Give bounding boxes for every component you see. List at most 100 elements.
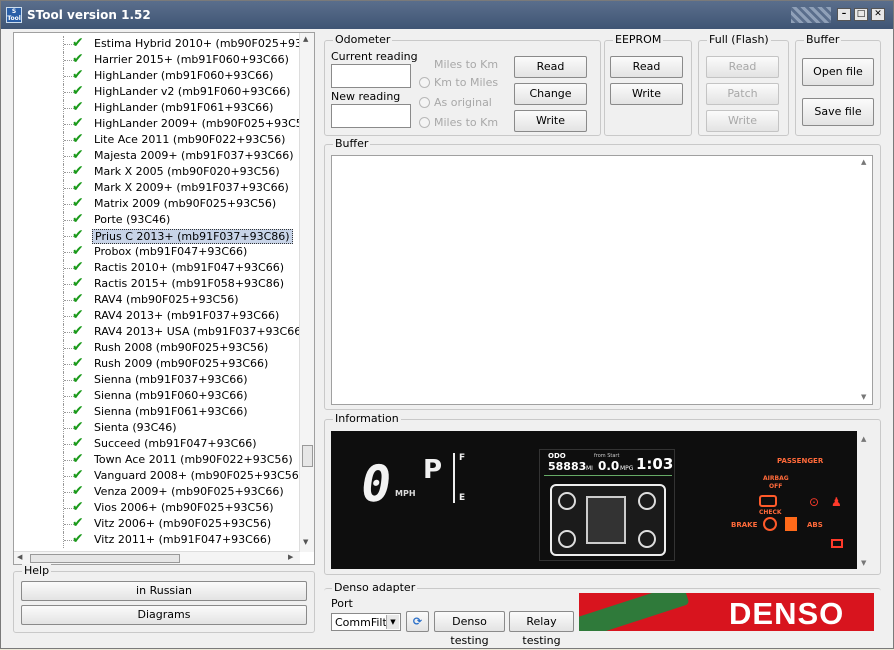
flash-read-button[interactable]: Read — [706, 56, 779, 78]
tree-item-label: Estima Hybrid 2010+ (mb90F025+93C56) — [94, 37, 300, 50]
tree-item[interactable]: ✔ Sienna (mb91F060+93C66) — [14, 387, 300, 404]
tree-item[interactable]: ✔ Probox (mb91F047+93C66) — [14, 243, 300, 260]
save-file-button[interactable]: Save file — [802, 98, 874, 126]
buffer-text-area[interactable] — [331, 155, 873, 405]
tree-item[interactable]: ✔ RAV4 2013+ USA (mb91F037+93C66) — [14, 323, 300, 340]
scroll-up-icon[interactable]: ▲ — [303, 35, 308, 43]
close-button[interactable]: ✕ — [871, 8, 885, 21]
tree-item[interactable]: ✔ Harrier 2015+ (mb91F060+93C66) — [14, 51, 300, 68]
checkmark-icon: ✔ — [72, 35, 84, 51]
tree-item[interactable]: ✔ HighLander (mb91F060+93C66) — [14, 67, 300, 84]
scroll-down-icon[interactable]: ▼ — [303, 538, 308, 546]
tree-item[interactable]: ✔ Mark X 2005 (mb90F020+93C56) — [14, 163, 300, 180]
tree-item[interactable]: ✔ Venza 2009+ (mb90F025+93C66) — [14, 483, 300, 500]
checkmark-icon: ✔ — [72, 83, 84, 99]
radio-miles-to-km-2[interactable]: Miles to Km — [419, 116, 498, 129]
wheel-icon — [638, 530, 656, 548]
fuel-warning-icon — [785, 517, 797, 531]
tree-item[interactable]: ✔ Vitz 2006+ (mb90F025+93C56) — [14, 515, 300, 532]
tree-item[interactable]: ✔ Sienna (mb91F037+93C66) — [14, 371, 300, 388]
tree-item[interactable]: ✔ Vitz 2011+ (mb91F047+93C66) — [14, 531, 300, 548]
tree-item[interactable]: ✔ Vanguard 2008+ (mb90F025+93C56) — [14, 467, 300, 484]
minimize-button[interactable]: – — [837, 8, 851, 21]
radio-as-original[interactable]: As original — [419, 96, 492, 109]
new-reading-field[interactable] — [331, 104, 411, 128]
tree-item[interactable]: ✔ Prius C 2013+ (mb91F037+93C86) — [14, 227, 300, 244]
checkmark-icon: ✔ — [72, 179, 84, 195]
tree-item[interactable]: ✔ Estima Hybrid 2010+ (mb90F025+93C56) — [14, 35, 300, 52]
buffer-scroll-up-icon[interactable]: ▲ — [861, 158, 866, 166]
refresh-icon[interactable]: ⟳ — [406, 611, 429, 632]
buffer-scroll-down-icon[interactable]: ▼ — [861, 393, 866, 401]
tree-item[interactable]: ✔ HighLander (mb91F061+93C66) — [14, 99, 300, 116]
tree-item[interactable]: ✔ Rush 2008 (mb90F025+93C56) — [14, 339, 300, 356]
info-scroll-down-icon[interactable]: ▼ — [861, 559, 866, 567]
tree-item[interactable]: ✔ HighLander 2009+ (mb90F025+93C56) — [14, 115, 300, 132]
tree-item-label: HighLander v2 (mb91F060+93C66) — [94, 85, 291, 98]
info-scroll-up-icon[interactable]: ▲ — [861, 435, 866, 443]
odometer-write-button[interactable]: Write — [514, 110, 587, 132]
odometer-read-button[interactable]: Read — [514, 56, 587, 78]
current-reading-label: Current reading — [331, 50, 418, 63]
tree-item[interactable]: ✔ Succeed (mb91F047+93C66) — [14, 435, 300, 452]
chevron-down-icon[interactable]: ▼ — [386, 615, 399, 629]
scroll-right-icon[interactable]: ▶ — [288, 553, 293, 561]
tree-item[interactable]: ✔ Sienta (93C46) — [14, 419, 300, 436]
tree-item[interactable]: ✔ Ractis 2015+ (mb91F058+93C86) — [14, 275, 300, 292]
in-russian-button[interactable]: in Russian — [21, 581, 307, 601]
scroll-thumb[interactable] — [302, 445, 313, 467]
tree-item[interactable]: ✔ Majesta 2009+ (mb91F037+93C66) — [14, 147, 300, 164]
radio-km-to-miles[interactable]: Km to Miles — [419, 76, 498, 89]
port-select[interactable]: CommFilt ▼ — [331, 613, 401, 631]
checkmark-icon: ✔ — [72, 243, 84, 259]
denso-testing-button[interactable]: Denso testing — [434, 611, 505, 647]
tree-item[interactable]: ✔ Porte (93C46) — [14, 211, 300, 228]
open-file-button[interactable]: Open file — [802, 58, 874, 86]
new-reading-label: New reading — [331, 90, 401, 103]
tree-item[interactable]: ✔ Rush 2009 (mb90F025+93C66) — [14, 355, 300, 372]
current-reading-field[interactable] — [331, 64, 411, 88]
wheel-icon — [558, 530, 576, 548]
denso-logo-text: DENSO — [729, 596, 845, 631]
flash-write-button[interactable]: Write — [706, 110, 779, 132]
fuel-empty-label: E — [459, 493, 466, 503]
buffer-area-title: Buffer — [333, 137, 371, 150]
speed-unit: MPH — [395, 489, 416, 498]
display-divider — [544, 475, 672, 476]
tree-item[interactable]: ✔ Vios 2006+ (mb90F025+93C56) — [14, 499, 300, 516]
flash-patch-button[interactable]: Patch — [706, 83, 779, 105]
tree-item-label: Mark X 2005 (mb90F020+93C56) — [94, 165, 280, 178]
tree-horizontal-scrollbar[interactable]: ◀ ▶ — [14, 551, 300, 564]
diagrams-button[interactable]: Diagrams — [21, 605, 307, 625]
tree-item[interactable]: ✔ RAV4 (mb90F025+93C56) — [14, 291, 300, 308]
tree-item[interactable]: ✔ Sienna (mb91F061+93C66) — [14, 403, 300, 420]
tree-item[interactable]: ✔ Town Ace 2011 (mb90F022+93C56) — [14, 451, 300, 468]
radio-label: Km to Miles — [434, 76, 499, 89]
model-tree-panel: ✔ Estima Hybrid 2010+ (mb90F025+93C56) ✔ Ha… — [13, 32, 315, 565]
tree-item[interactable]: ✔ RAV4 2013+ (mb91F037+93C66) — [14, 307, 300, 324]
radio-miles-to-km-1[interactable]: Miles to Km — [419, 58, 498, 71]
tree-item[interactable]: ✔ Ractis 2010+ (mb91F047+93C66) — [14, 259, 300, 276]
tree-item[interactable]: ✔ Matrix 2009 (mb90F025+93C56) — [14, 195, 300, 212]
eeprom-write-button[interactable]: Write — [610, 83, 683, 105]
relay-testing-button[interactable]: Relay testing — [509, 611, 574, 647]
hscroll-thumb[interactable] — [30, 554, 180, 563]
tree-item-label: Rush 2008 (mb90F025+93C56) — [94, 341, 269, 354]
odometer-change-button[interactable]: Change — [514, 83, 587, 105]
mpg-value: 0.0 — [598, 459, 620, 473]
tree-item[interactable]: ✔ Mark X 2009+ (mb91F037+93C66) — [14, 179, 300, 196]
scroll-left-icon[interactable]: ◀ — [17, 553, 22, 561]
eeprom-read-button[interactable]: Read — [610, 56, 683, 78]
window-title: STool version 1.52 — [27, 8, 151, 22]
model-tree[interactable]: ✔ Estima Hybrid 2010+ (mb90F025+93C56) ✔ Ha… — [14, 33, 300, 552]
maximize-button[interactable]: □ — [854, 8, 868, 21]
gear-indicator: P — [423, 455, 443, 485]
checkmark-icon: ✔ — [72, 99, 84, 115]
tree-item-label: HighLander (mb91F061+93C66) — [94, 101, 274, 114]
battery-icon — [831, 539, 843, 548]
tree-item[interactable]: ✔ Lite Ace 2011 (mb90F022+93C56) — [14, 131, 300, 148]
clock-value: 1:03 — [636, 455, 674, 473]
tree-item[interactable]: ✔ HighLander v2 (mb91F060+93C66) — [14, 83, 300, 100]
tree-vertical-scrollbar[interactable]: ▲ ▼ — [299, 33, 314, 552]
tree-item-label: HighLander 2009+ (mb90F025+93C56) — [94, 117, 300, 130]
